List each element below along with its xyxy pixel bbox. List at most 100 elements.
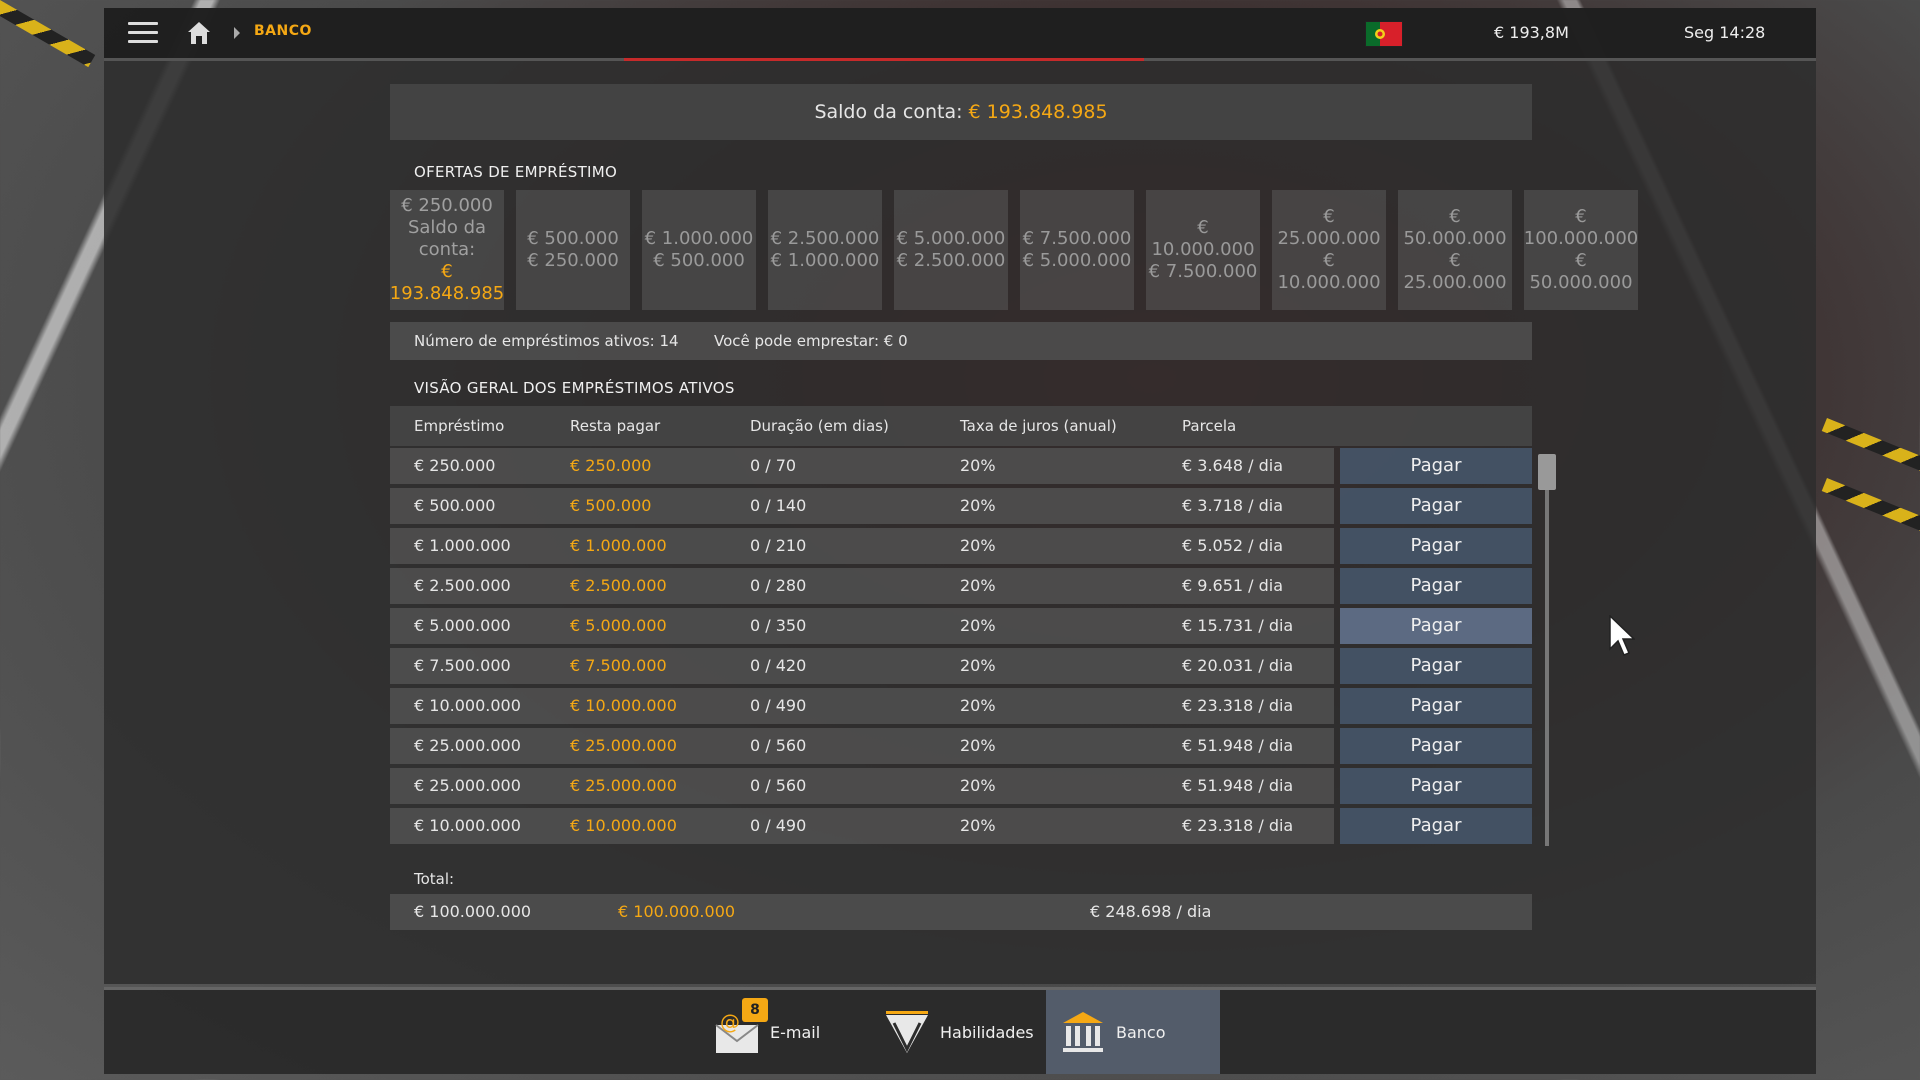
mouse-cursor-icon bbox=[1609, 615, 1635, 656]
header-duration: Duração (em dias) bbox=[750, 417, 889, 435]
pay-button[interactable]: Pagar bbox=[1340, 568, 1532, 604]
offer-requirement: € 250.000 bbox=[527, 250, 619, 271]
cell-loan: € 2.500.000 bbox=[414, 576, 511, 595]
pay-button[interactable]: Pagar bbox=[1340, 488, 1532, 524]
total-installment: € 248.698 / dia bbox=[1090, 902, 1212, 921]
cell-remaining: € 7.500.000 bbox=[570, 656, 667, 675]
top-bar: BANCO € 193,8M Seg 14:28 bbox=[104, 8, 1816, 61]
cell-installment: € 51.948 / dia bbox=[1182, 776, 1294, 795]
offer-balance-value: € 193.848.985 bbox=[389, 261, 505, 304]
home-icon[interactable] bbox=[186, 20, 212, 46]
table-row: € 7.500.000 € 7.500.000 0 / 420 20% € 20… bbox=[390, 648, 1532, 684]
offer-requirement: € 500.000 bbox=[653, 250, 745, 271]
email-badge: 8 bbox=[742, 998, 768, 1022]
loan-offer[interactable]: € 1.000.000 € 500.000 bbox=[642, 190, 756, 310]
table-row: € 2.500.000 € 2.500.000 0 / 280 20% € 9.… bbox=[390, 568, 1532, 604]
balance-value: € 193.848.985 bbox=[968, 101, 1108, 123]
breadcrumb[interactable]: BANCO bbox=[254, 23, 312, 39]
cell-remaining: € 2.500.000 bbox=[570, 576, 667, 595]
cell-installment: € 23.318 / dia bbox=[1182, 696, 1294, 715]
tab-skills[interactable]: Habilidades bbox=[884, 990, 1044, 1074]
cell-loan: € 500.000 bbox=[414, 496, 496, 515]
table-row: € 25.000.000 € 25.000.000 0 / 560 20% € … bbox=[390, 768, 1532, 804]
cell-loan: € 250.000 bbox=[414, 456, 496, 475]
cell-remaining: € 10.000.000 bbox=[570, 816, 677, 835]
cell-duration: 0 / 490 bbox=[750, 696, 807, 715]
cell-rate: 20% bbox=[960, 616, 996, 635]
pay-button[interactable]: Pagar bbox=[1340, 808, 1532, 844]
offer-amount: € 50.000.000 bbox=[1403, 206, 1507, 249]
loan-offer[interactable]: € 7.500.000 € 5.000.000 bbox=[1020, 190, 1134, 310]
pay-button[interactable]: Pagar bbox=[1340, 728, 1532, 764]
hazard-stripe bbox=[1821, 418, 1920, 476]
offer-requirement: € 1.000.000 bbox=[770, 250, 880, 271]
table-row: € 1.000.000 € 1.000.000 0 / 210 20% € 5.… bbox=[390, 528, 1532, 564]
table-row: € 10.000.000 € 10.000.000 0 / 490 20% € … bbox=[390, 688, 1532, 724]
offer-balance-label: Saldo da conta: bbox=[407, 217, 487, 260]
table-row: € 25.000.000 € 25.000.000 0 / 560 20% € … bbox=[390, 728, 1532, 764]
offer-amount: € 10.000.000 bbox=[1151, 217, 1255, 260]
cell-rate: 20% bbox=[960, 656, 996, 675]
tab-bank[interactable]: Banco bbox=[1046, 990, 1220, 1074]
row-cells: € 1.000.000 € 1.000.000 0 / 210 20% € 5.… bbox=[390, 528, 1334, 564]
pay-button[interactable]: Pagar bbox=[1340, 768, 1532, 804]
overview-title: VISÃO GERAL DOS EMPRÉSTIMOS ATIVOS bbox=[414, 379, 735, 397]
cell-remaining: € 250.000 bbox=[570, 456, 652, 475]
skills-icon bbox=[886, 1011, 928, 1053]
cell-duration: 0 / 350 bbox=[750, 616, 807, 635]
cell-duration: 0 / 210 bbox=[750, 536, 807, 555]
cell-installment: € 5.052 / dia bbox=[1182, 536, 1284, 555]
offer-amount: € 500.000 bbox=[527, 228, 619, 249]
total-loan: € 100.000.000 bbox=[414, 902, 532, 921]
hamburger-menu-icon[interactable] bbox=[128, 22, 158, 44]
pay-button[interactable]: Pagar bbox=[1340, 528, 1532, 564]
tab-email-label: E-mail bbox=[770, 1022, 821, 1042]
row-cells: € 2.500.000 € 2.500.000 0 / 280 20% € 9.… bbox=[390, 568, 1334, 604]
cell-remaining: € 1.000.000 bbox=[570, 536, 667, 555]
offers-title: OFERTAS DE EMPRÉSTIMO bbox=[414, 163, 618, 181]
loan-offer[interactable]: € 250.000 Saldo da conta: € 193.848.985 bbox=[390, 190, 504, 310]
cell-loan: € 10.000.000 bbox=[414, 696, 521, 715]
loan-offer[interactable]: € 10.000.000 € 7.500.000 bbox=[1146, 190, 1260, 310]
row-cells: € 7.500.000 € 7.500.000 0 / 420 20% € 20… bbox=[390, 648, 1334, 684]
cell-installment: € 15.731 / dia bbox=[1182, 616, 1294, 635]
loan-offer[interactable]: € 50.000.000 € 25.000.000 bbox=[1398, 190, 1512, 310]
offer-amount: € 25.000.000 bbox=[1277, 206, 1381, 249]
offer-amount: € 1.000.000 bbox=[644, 228, 754, 249]
bottom-tab-bar: @ 8 E-mail Habilidades Banco bbox=[104, 987, 1816, 1074]
pay-button[interactable]: Pagar bbox=[1340, 448, 1532, 484]
row-cells: € 5.000.000 € 5.000.000 0 / 350 20% € 15… bbox=[390, 608, 1334, 644]
total-remaining: € 100.000.000 bbox=[618, 902, 736, 921]
cell-rate: 20% bbox=[960, 736, 996, 755]
bank-window: BANCO € 193,8M Seg 14:28 Saldo da conta:… bbox=[104, 8, 1816, 984]
header-rate: Taxa de juros (anual) bbox=[960, 417, 1117, 435]
tab-email[interactable]: @ 8 E-mail bbox=[710, 990, 860, 1074]
cell-installment: € 23.318 / dia bbox=[1182, 816, 1294, 835]
cell-loan: € 7.500.000 bbox=[414, 656, 511, 675]
cell-remaining: € 10.000.000 bbox=[570, 696, 677, 715]
cell-remaining: € 5.000.000 bbox=[570, 616, 667, 635]
pay-button[interactable]: Pagar bbox=[1340, 608, 1532, 644]
header-loan: Empréstimo bbox=[414, 417, 505, 435]
pay-button[interactable]: Pagar bbox=[1340, 648, 1532, 684]
loan-offer[interactable]: € 25.000.000 € 10.000.000 bbox=[1272, 190, 1386, 310]
cell-rate: 20% bbox=[960, 696, 996, 715]
breadcrumb-arrow-icon bbox=[234, 27, 240, 39]
offer-amount: € 100.000.000 bbox=[1523, 206, 1639, 249]
scrollbar-track[interactable] bbox=[1545, 454, 1549, 846]
scrollbar-thumb[interactable] bbox=[1538, 454, 1556, 490]
progress-line bbox=[624, 58, 1144, 61]
cell-duration: 0 / 560 bbox=[750, 736, 807, 755]
borrow-limit: Você pode emprestar: € 0 bbox=[714, 332, 908, 350]
loan-offer[interactable]: € 5.000.000 € 2.500.000 bbox=[894, 190, 1008, 310]
active-loans-count: Número de empréstimos ativos: 14 bbox=[414, 332, 679, 350]
offer-requirement: € 50.000.000 bbox=[1529, 250, 1633, 293]
loans-table: € 250.000 € 250.000 0 / 70 20% € 3.648 /… bbox=[390, 448, 1532, 848]
cell-rate: 20% bbox=[960, 536, 996, 555]
loan-offer[interactable]: € 2.500.000 € 1.000.000 bbox=[768, 190, 882, 310]
cell-loan: € 5.000.000 bbox=[414, 616, 511, 635]
loan-offer[interactable]: € 100.000.000 € 50.000.000 bbox=[1524, 190, 1638, 310]
loan-offer[interactable]: € 500.000 € 250.000 bbox=[516, 190, 630, 310]
pay-button[interactable]: Pagar bbox=[1340, 688, 1532, 724]
offer-amount: € 5.000.000 bbox=[896, 228, 1006, 249]
